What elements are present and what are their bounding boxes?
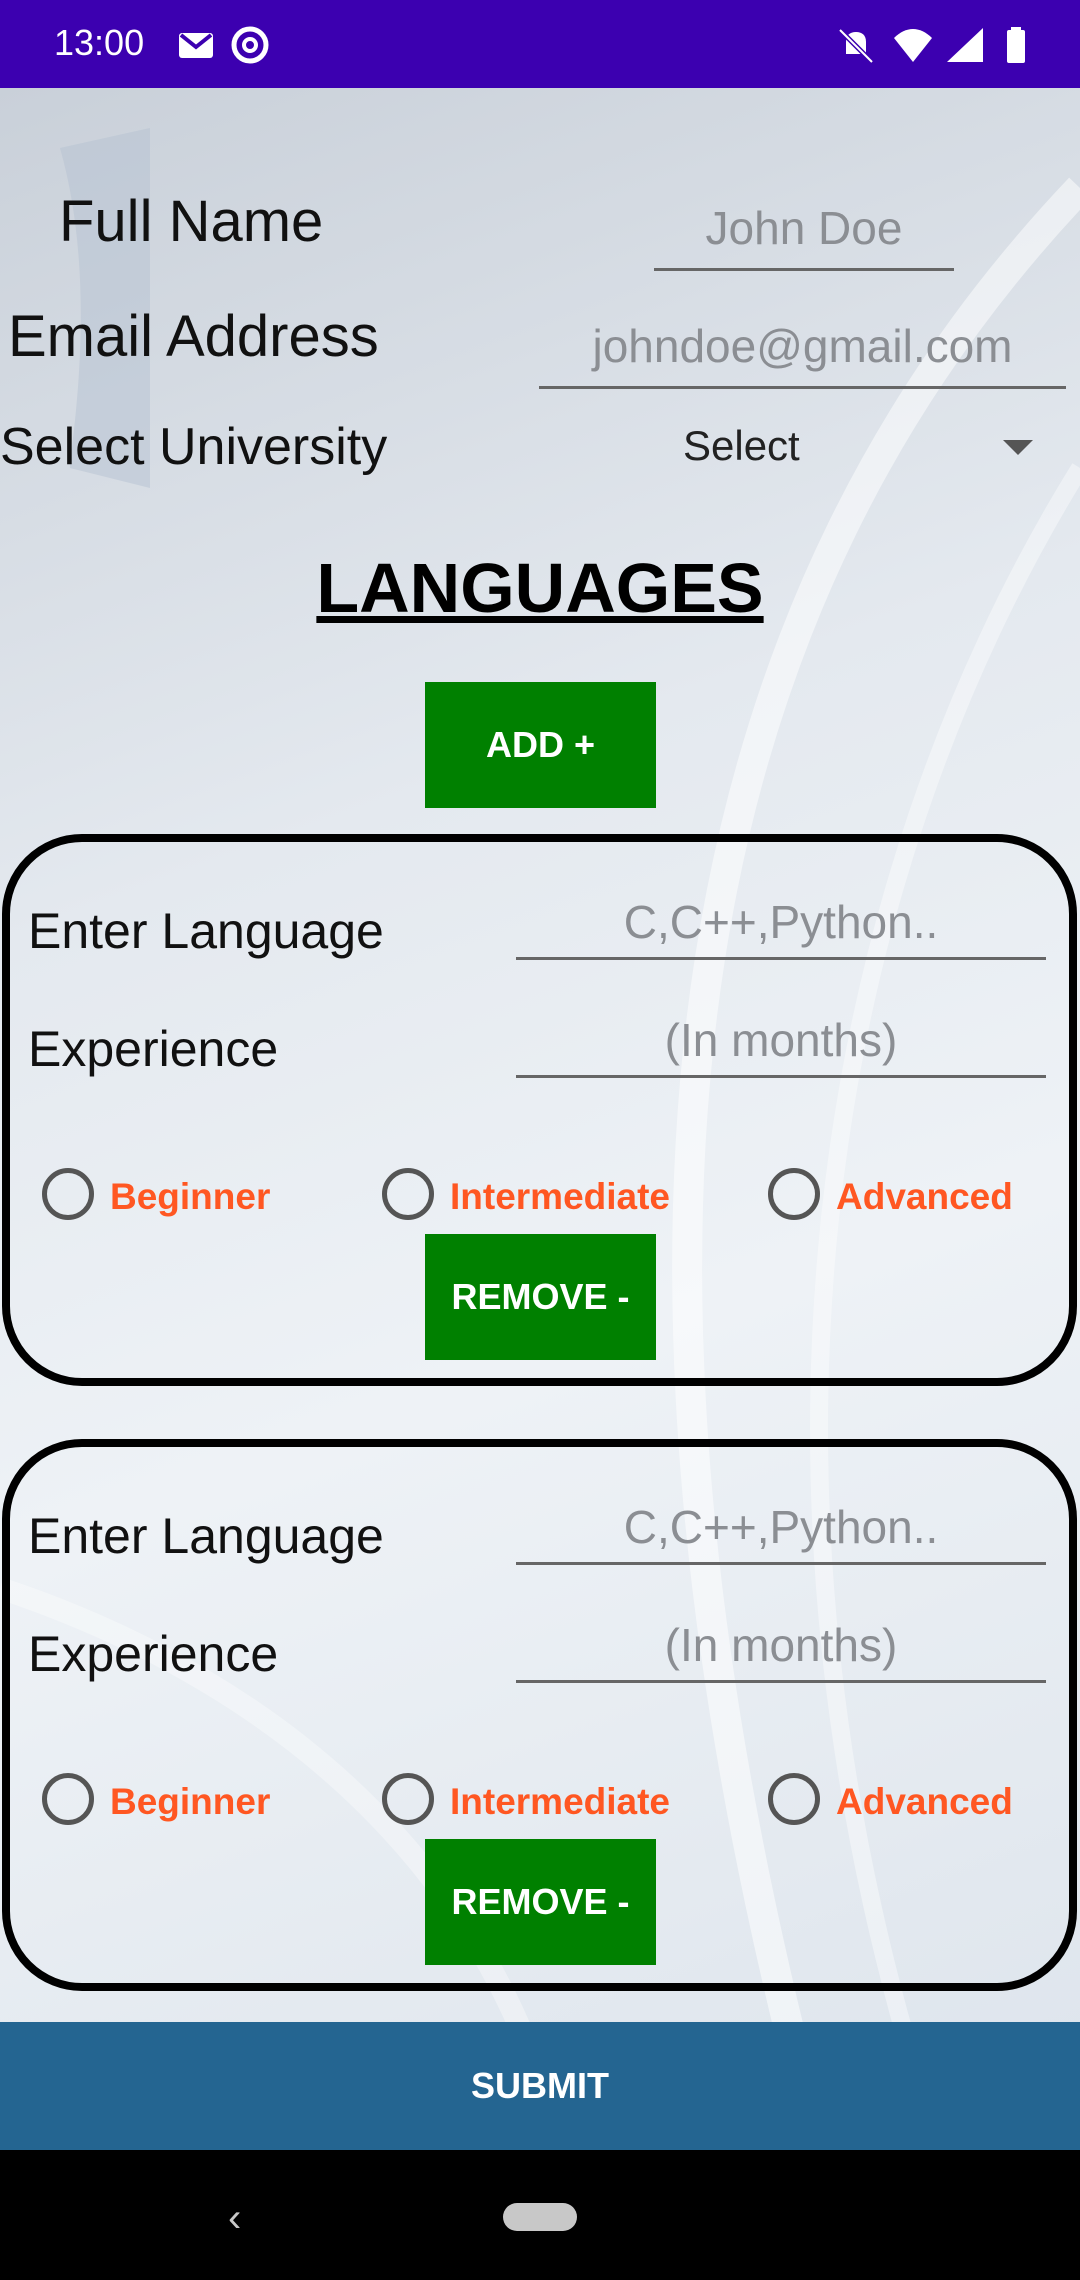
experience-input[interactable]: (In months) [516, 1008, 1046, 1078]
advanced-label: Advanced [836, 1781, 1013, 1822]
remove-language-button[interactable]: REMOVE - [425, 1839, 656, 1965]
submit-button[interactable]: SUBMIT [0, 2022, 1080, 2150]
beginner-label: Beginner [110, 1781, 271, 1822]
chevron-down-icon [1003, 440, 1033, 455]
gmail-icon [179, 33, 213, 58]
experience-label: Experience [28, 1626, 279, 1682]
advanced-radio[interactable] [768, 1168, 820, 1220]
status-bar: 13:00 [0, 0, 1080, 88]
intermediate-label: Intermediate [450, 1176, 671, 1217]
advanced-label: Advanced [836, 1176, 1013, 1217]
language-card: Enter Language C,C++,Python.. Experience… [2, 834, 1077, 1386]
full-name-label: Full Name [59, 189, 324, 254]
status-time: 13:00 [54, 22, 145, 63]
language-card: Enter Language C,C++,Python.. Experience… [2, 1439, 1077, 1991]
notifications-off-icon [838, 28, 874, 64]
experience-label: Experience [28, 1021, 279, 1077]
home-pill-icon[interactable] [503, 2203, 577, 2231]
languages-title: LANGUAGES [316, 549, 764, 627]
cellular-signal-icon [947, 28, 983, 62]
language-label: Enter Language [28, 1508, 384, 1564]
remove-language-button[interactable]: REMOVE - [425, 1234, 656, 1360]
email-input[interactable]: johndoe@gmail.com [539, 311, 1066, 389]
language-input[interactable]: C,C++,Python.. [516, 1495, 1046, 1565]
beginner-radio[interactable] [42, 1168, 94, 1220]
language-input[interactable]: C,C++,Python.. [516, 890, 1046, 960]
intermediate-radio[interactable] [382, 1773, 434, 1825]
add-language-button[interactable]: ADD + [425, 682, 656, 808]
university-label: Select University [0, 418, 388, 476]
intermediate-label: Intermediate [450, 1781, 671, 1822]
full-name-input[interactable]: John Doe [654, 193, 954, 271]
wifi-icon [894, 29, 932, 62]
advanced-radio[interactable] [768, 1773, 820, 1825]
email-label: Email Address [8, 304, 379, 369]
beginner-radio[interactable] [42, 1773, 94, 1825]
at-sign-icon [231, 26, 269, 64]
back-icon[interactable]: ‹ [228, 2196, 241, 2241]
university-select-value: Select [683, 422, 800, 469]
experience-input[interactable]: (In months) [516, 1613, 1046, 1683]
language-label: Enter Language [28, 903, 384, 959]
intermediate-radio[interactable] [382, 1168, 434, 1220]
battery-icon [1007, 27, 1025, 63]
beginner-label: Beginner [110, 1176, 271, 1217]
